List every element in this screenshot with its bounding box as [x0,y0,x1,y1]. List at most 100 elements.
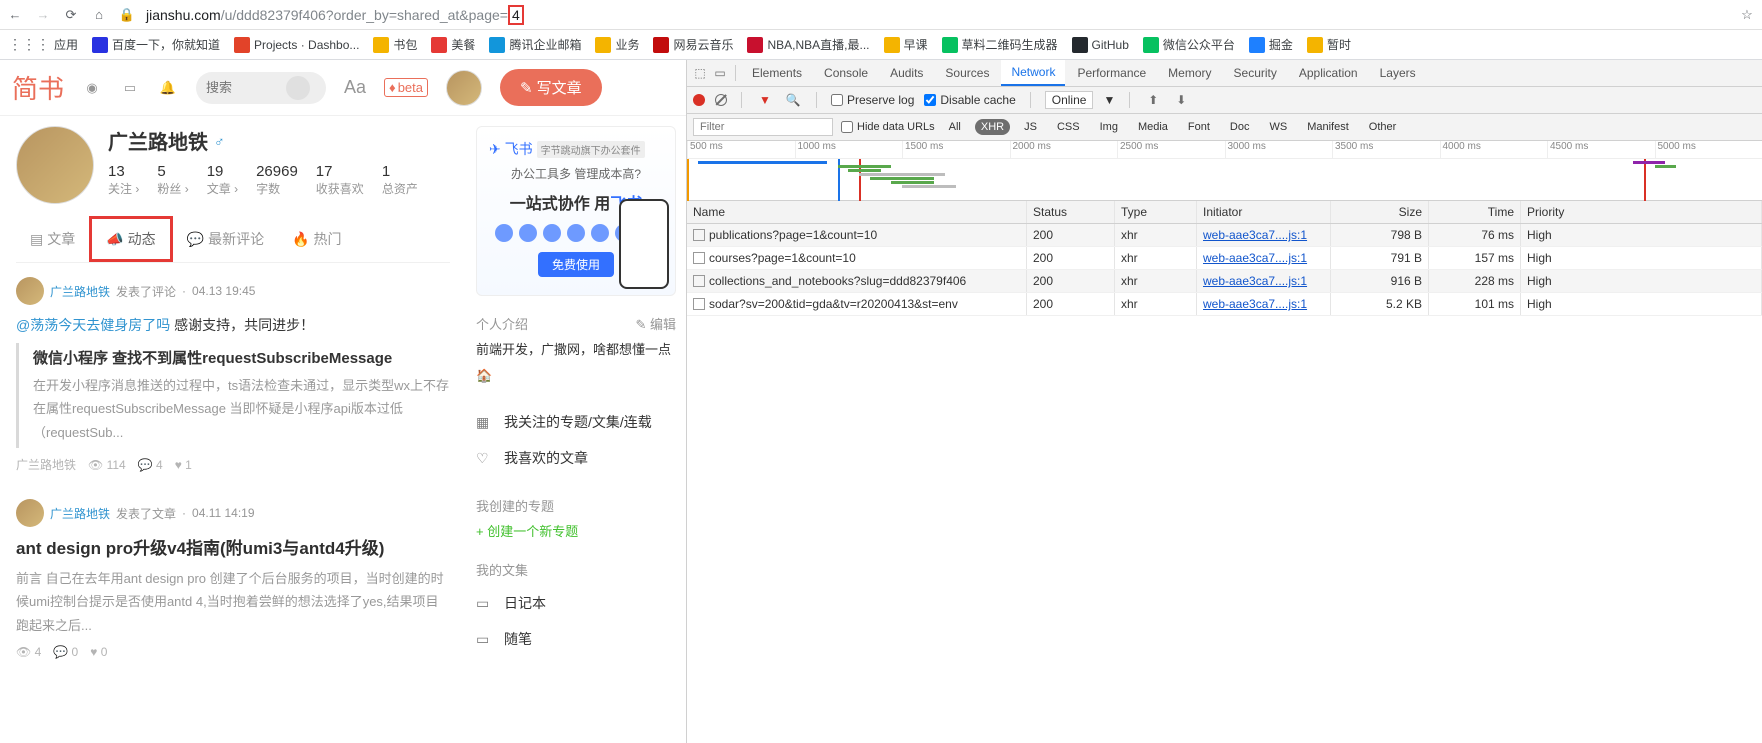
initiator-link[interactable]: web-aae3ca7....js:1 [1203,251,1307,265]
back-icon[interactable]: ← [6,6,24,24]
col-priority[interactable]: Priority [1521,201,1762,223]
tab-layers[interactable]: Layers [1370,61,1426,85]
filter-js[interactable]: JS [1018,119,1043,135]
wenji-item[interactable]: ▭随笔 [476,621,676,657]
feed-avatar[interactable] [16,277,44,305]
side-liked[interactable]: ♡我喜欢的文章 [476,440,676,476]
bookmark-item[interactable]: 百度一下，你就知道 [92,36,220,53]
add-topic-link[interactable]: + 创建一个新专题 [476,521,676,540]
compass-icon[interactable]: ◉ [82,78,102,98]
wenji-item[interactable]: ▭日记本 [476,585,676,621]
ad-button[interactable]: 免费使用 [538,252,614,277]
ad-card[interactable]: ✈ 飞书 字节跳动旗下办公套件 办公工具多 管理成本高? 一站式协作 用飞书 免… [476,126,676,296]
search-icon[interactable]: 🔍 [784,91,802,109]
home-icon[interactable]: 🏠 [476,368,492,384]
apps-icon[interactable]: ⋮⋮⋮应用 [8,36,78,53]
bell-icon[interactable]: 🔔 [158,78,178,98]
tab-sources[interactable]: Sources [935,61,999,85]
upload-icon[interactable]: ⬆ [1144,91,1162,109]
tab-memory[interactable]: Memory [1158,61,1221,85]
filter-img[interactable]: Img [1094,119,1124,135]
inspect-icon[interactable]: ⬚ [691,64,709,82]
feed-author[interactable]: 广兰路地铁 [50,283,110,300]
initiator-link[interactable]: web-aae3ca7....js:1 [1203,274,1307,288]
bookmark-item[interactable]: 掘金 [1249,36,1293,53]
stat-articles[interactable]: 19文章 › [207,163,238,197]
col-name[interactable]: Name [687,201,1027,223]
user-avatar[interactable] [446,70,482,106]
disable-cache-checkbox[interactable]: Disable cache [924,93,1015,107]
col-type[interactable]: Type [1115,201,1197,223]
quote-card[interactable]: 微信小程序 查找不到属性requestSubscribeMessage 在开发小… [16,343,450,448]
feed-author[interactable]: 广兰路地铁 [50,505,110,522]
home-icon[interactable]: ⌂ [90,6,108,24]
feed-avatar[interactable] [16,499,44,527]
bookmark-item[interactable]: 草料二维码生成器 [942,36,1058,53]
search-icon[interactable] [286,76,310,100]
search-box[interactable] [196,72,326,104]
throttle-select[interactable]: Online [1045,91,1094,109]
write-button[interactable]: ✎ 写文章 [500,69,602,106]
initiator-link[interactable]: web-aae3ca7....js:1 [1203,297,1307,311]
tab-console[interactable]: Console [814,61,878,85]
filter-font[interactable]: Font [1182,119,1216,135]
bookmark-item[interactable]: 腾讯企业邮箱 [489,36,581,53]
tab-network[interactable]: Network [1001,60,1065,86]
hide-data-checkbox[interactable]: Hide data URLs [841,121,935,133]
col-status[interactable]: Status [1027,201,1115,223]
filter-input[interactable] [693,118,833,136]
filter-other[interactable]: Other [1363,119,1403,135]
initiator-link[interactable]: web-aae3ca7....js:1 [1203,228,1307,242]
filter-xhr[interactable]: XHR [975,119,1010,135]
tab-audits[interactable]: Audits [880,61,933,85]
tab-application[interactable]: Application [1289,61,1368,85]
clear-icon[interactable] [715,94,727,106]
chevron-down-icon[interactable]: ▼ [1103,93,1115,107]
font-size-icon[interactable]: Aa [344,77,366,98]
bookmark-item[interactable]: 暂时 [1307,36,1351,53]
bookmark-item[interactable]: Projects · Dashbo... [234,37,359,53]
stat-fans[interactable]: 5粉丝 › [157,163,188,197]
tab-comments[interactable]: 💬最新评论 [173,216,278,262]
tab-hot[interactable]: 🔥热门 [278,216,355,262]
forward-icon[interactable]: → [34,6,52,24]
filter-media[interactable]: Media [1132,119,1174,135]
tab-performance[interactable]: Performance [1067,61,1156,85]
tab-activity[interactable]: 📣动态 [89,216,172,262]
bookmark-item[interactable]: GitHub [1072,37,1129,53]
site-logo[interactable]: 简书 [12,69,64,106]
side-followed[interactable]: ▦我关注的专题/文集/连载 [476,404,676,440]
tab-elements[interactable]: Elements [742,61,812,85]
filter-css[interactable]: CSS [1051,119,1086,135]
bookmark-item[interactable]: NBA,NBA直播,最... [747,36,869,53]
device-icon[interactable]: ▭ [711,64,729,82]
bookmark-item[interactable]: 早课 [884,36,928,53]
feed-title[interactable]: ant design pro升级v4指南(附umi3与antd4升级) [16,537,450,561]
bookmark-item[interactable]: 业务 [595,36,639,53]
tab-security[interactable]: Security [1224,61,1287,85]
filter-all[interactable]: All [943,119,967,135]
col-size[interactable]: Size [1331,201,1429,223]
search-input[interactable] [206,80,286,95]
bookmark-item[interactable]: 美餐 [431,36,475,53]
filter-icon[interactable]: ▼ [756,91,774,109]
stat-follow[interactable]: 13关注 › [108,163,139,197]
star-icon[interactable]: ☆ [1738,6,1756,24]
edit-link[interactable]: ✎ 编辑 [635,314,676,333]
network-timeline[interactable]: 500 ms 1000 ms 1500 ms 2000 ms 2500 ms 3… [687,141,1762,201]
filter-ws[interactable]: WS [1263,119,1293,135]
url-text[interactable]: jianshu.com/u/ddd82379f406?order_by=shar… [146,7,524,23]
bookmark-item[interactable]: 书包 [373,36,417,53]
reload-icon[interactable]: ⟳ [62,6,80,24]
filter-doc[interactable]: Doc [1224,119,1256,135]
col-time[interactable]: Time [1429,201,1521,223]
book-icon[interactable]: ▭ [120,78,140,98]
table-row[interactable]: courses?page=1&count=10200xhrweb-aae3ca7… [687,247,1762,270]
tab-articles[interactable]: ▤文章 [16,216,89,262]
profile-avatar[interactable] [16,126,94,204]
record-icon[interactable] [693,94,705,106]
mention-link[interactable]: @荡荡今天去健身房了吗 [16,317,170,333]
table-row[interactable]: sodar?sv=200&tid=gda&tv=r20200413&st=env… [687,293,1762,316]
table-row[interactable]: collections_and_notebooks?slug=ddd82379f… [687,270,1762,293]
filter-manifest[interactable]: Manifest [1301,119,1355,135]
